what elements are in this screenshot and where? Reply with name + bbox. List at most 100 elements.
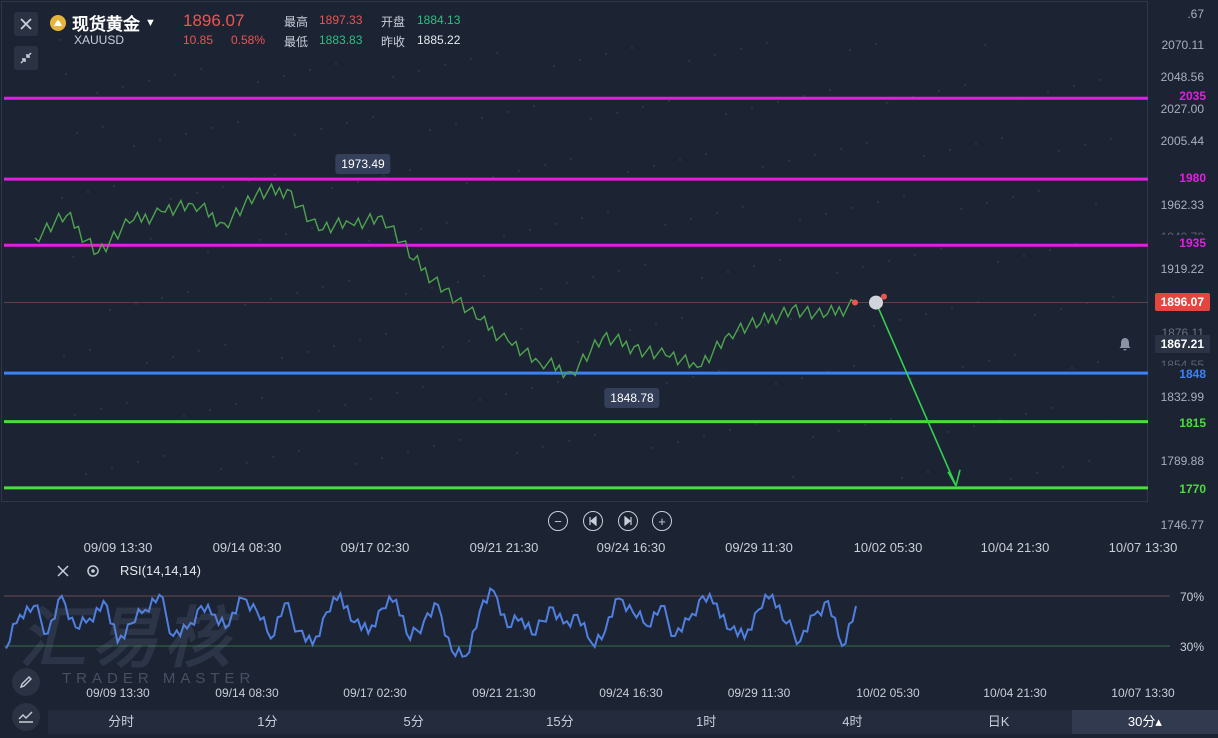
- tab-timeframe[interactable]: 1时: [633, 710, 779, 734]
- map-dot: [145, 361, 149, 365]
- map-dot: [73, 413, 77, 417]
- map-dot: [963, 83, 967, 87]
- rsi-x-tick: 09/24 16:30: [599, 686, 663, 700]
- map-dot: [495, 51, 499, 55]
- map-dot: [443, 63, 447, 67]
- map-dot: [147, 79, 151, 83]
- zoom-in-button[interactable]: +: [652, 511, 672, 531]
- map-dot: [64, 72, 68, 76]
- tab-timeframe[interactable]: 日K: [926, 710, 1072, 734]
- map-dot: [667, 99, 671, 103]
- zoom-out-button[interactable]: −: [548, 511, 568, 531]
- map-dot: [578, 58, 582, 62]
- level-tag-1980[interactable]: 1980: [1148, 170, 1212, 186]
- y-tick: 1746.77: [1160, 518, 1204, 532]
- map-dot: [861, 265, 865, 269]
- indicator-settings-button[interactable]: [84, 562, 102, 580]
- map-dot: [169, 197, 173, 201]
- map-dot: [293, 133, 297, 137]
- map-dot: [528, 228, 532, 232]
- collapse-button[interactable]: [14, 46, 38, 70]
- map-dot: [243, 303, 247, 307]
- map-dot: [704, 152, 708, 156]
- map-dot: [1024, 412, 1028, 416]
- map-dot: [863, 423, 867, 427]
- minus-icon: −: [554, 513, 562, 529]
- map-dot: [811, 435, 815, 439]
- tab-timeframe[interactable]: 分时: [48, 710, 194, 734]
- map-dot: [972, 424, 976, 428]
- draw-tool-button[interactable]: [12, 668, 40, 696]
- x-tick: 09/29 11:30: [725, 540, 793, 555]
- map-dot: [112, 184, 116, 188]
- alert-price-tag[interactable]: 1867.21: [1154, 335, 1210, 353]
- tab-timeframe[interactable]: 5分: [341, 710, 487, 734]
- map-dot: [913, 253, 917, 257]
- tab-timeframe[interactable]: 4时: [779, 710, 925, 734]
- jump-start-button[interactable]: [583, 511, 603, 531]
- rsi-x-tick: 10/04 21:30: [983, 686, 1047, 700]
- level-tag-1770[interactable]: 1770: [1148, 481, 1212, 497]
- map-dot: [985, 201, 989, 205]
- x-tick: 10/07 13:30: [1108, 540, 1178, 555]
- tab-timeframe[interactable]: 15分: [487, 710, 633, 734]
- map-dot: [354, 462, 358, 466]
- prev-close-value: 1885.22: [417, 33, 461, 47]
- map-dot: [700, 276, 704, 280]
- tab-timeframe-active[interactable]: 30分▴: [1071, 710, 1218, 734]
- close-chart-button[interactable]: [14, 12, 38, 36]
- map-dot: [1035, 471, 1039, 475]
- map-dot: [256, 80, 260, 84]
- map-dot: [258, 238, 262, 242]
- close-icon: [20, 18, 32, 30]
- bell-icon[interactable]: [1116, 335, 1134, 353]
- jump-end-button[interactable]: [618, 511, 638, 531]
- map-dot: [654, 322, 658, 326]
- rsi-x-tick: 09/21 21:30: [472, 686, 536, 700]
- instrument-selector[interactable]: 现货黄金 ▼: [50, 10, 156, 35]
- map-dot: [149, 237, 153, 241]
- map-dot: [630, 46, 634, 50]
- close-indicator-button[interactable]: [54, 562, 72, 580]
- map-dot: [900, 476, 904, 480]
- map-dot: [136, 460, 140, 464]
- map-dot: [482, 274, 486, 278]
- map-dot: [946, 430, 950, 434]
- map-dot: [787, 159, 791, 163]
- map-dot: [334, 62, 338, 66]
- map-dot: [197, 349, 201, 353]
- map-dot: [158, 138, 162, 142]
- map-dot: [186, 290, 190, 294]
- map-dot: [939, 247, 943, 251]
- map-dot: [421, 385, 425, 389]
- map-dot: [1048, 248, 1052, 252]
- map-dot: [898, 318, 902, 322]
- map-dot: [121, 85, 125, 89]
- map-dot: [236, 120, 240, 124]
- map-dot: [432, 444, 436, 448]
- level-tag-1935[interactable]: 1935: [1148, 235, 1212, 251]
- gold-icon: [50, 14, 66, 31]
- map-dot: [987, 359, 991, 363]
- tab-timeframe[interactable]: 1分: [194, 710, 340, 734]
- map-dot: [110, 466, 114, 470]
- map-dot: [765, 41, 769, 45]
- map-dot: [689, 217, 693, 221]
- map-dot: [454, 122, 458, 126]
- y-tick: 1832.99: [1160, 390, 1204, 404]
- price-chart[interactable]: [0, 0, 1218, 560]
- x-tick: 09/14 08:30: [212, 540, 282, 555]
- map-dot: [848, 48, 852, 52]
- map-dot: [1061, 465, 1065, 469]
- map-dot: [665, 381, 669, 385]
- map-dot: [680, 316, 684, 320]
- y-tick: 2005.44: [1160, 134, 1204, 148]
- level-tag-1848[interactable]: 1848: [1148, 366, 1212, 382]
- level-tag-1815[interactable]: 1815: [1148, 415, 1212, 431]
- map-dot: [273, 173, 277, 177]
- level-tag-2035[interactable]: 2035: [1148, 88, 1212, 104]
- map-dot: [948, 148, 952, 152]
- gear-icon: [87, 565, 99, 577]
- rsi-x-tick: 09/17 02:30: [343, 686, 407, 700]
- indicator-tool-button[interactable]: [12, 703, 40, 731]
